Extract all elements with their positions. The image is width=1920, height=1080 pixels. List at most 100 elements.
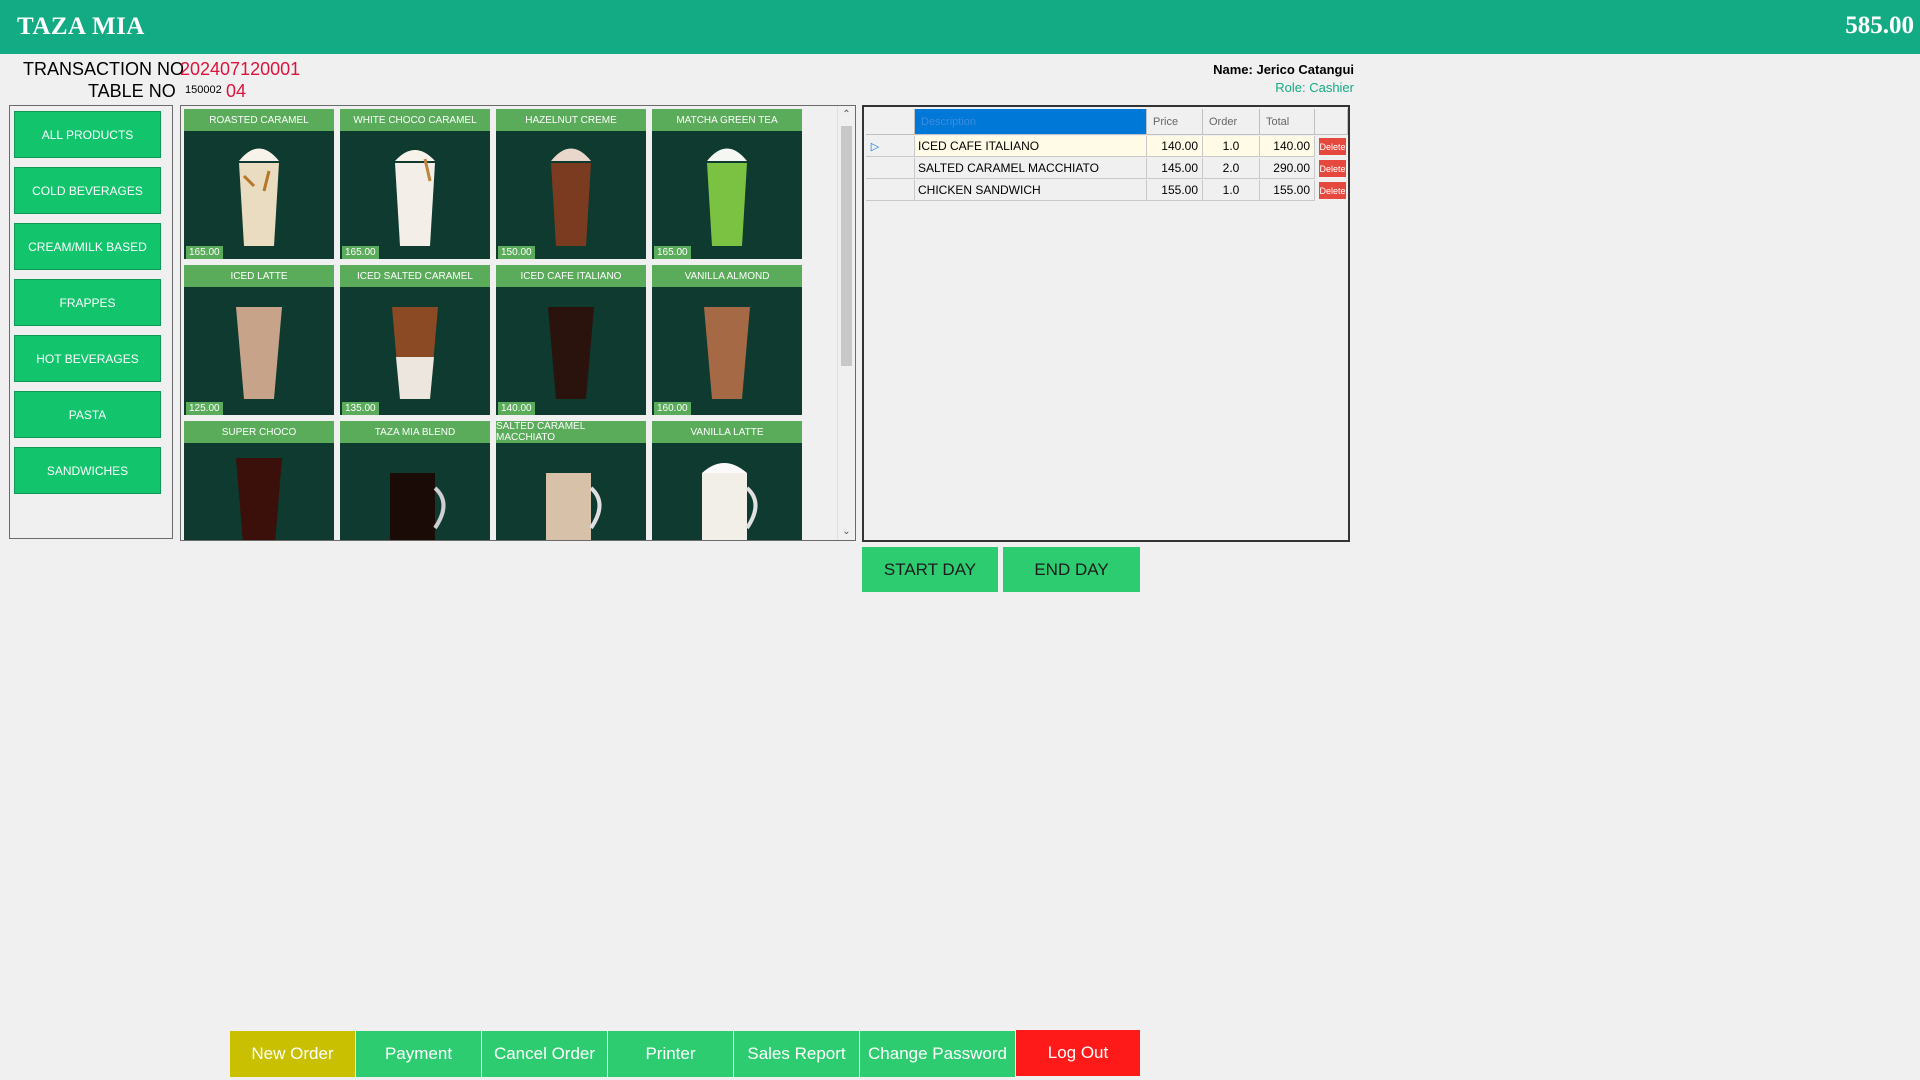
product-card[interactable]: SALTED CARAMEL MACCHIATO xyxy=(496,421,646,540)
product-name: TAZA MIA BLEND xyxy=(340,421,490,443)
product-card[interactable]: HAZELNUT CREME 150.00 xyxy=(496,109,646,259)
column-total[interactable]: Total xyxy=(1260,109,1315,135)
start-day-button[interactable]: START DAY xyxy=(862,547,998,592)
product-grid: ROASTED CARAMEL 165.00 WHITE CHOCO CARAM… xyxy=(180,105,856,541)
category-panel: ALL PRODUCTS COLD BEVERAGES CREAM/MILK B… xyxy=(9,105,173,539)
transaction-label: TRANSACTION NO xyxy=(23,59,185,79)
row-selector[interactable]: ▷ xyxy=(866,136,915,157)
product-card[interactable]: MATCHA GREEN TEA 165.00 xyxy=(652,109,802,259)
product-card[interactable]: ICED LATTE 125.00 xyxy=(184,265,334,415)
order-total[interactable]: 140.00 xyxy=(1260,136,1315,157)
product-card[interactable]: TAZA MIA BLEND xyxy=(340,421,490,540)
product-price: 135.00 xyxy=(342,402,379,415)
product-name: ROASTED CARAMEL xyxy=(184,109,334,131)
table-number-input[interactable]: 150002 xyxy=(183,84,224,96)
sales-report-button[interactable]: Sales Report xyxy=(734,1031,860,1077)
drink-image xyxy=(546,473,602,540)
drink-image xyxy=(707,148,747,246)
product-card[interactable]: SUPER CHOCO xyxy=(184,421,334,540)
drink-image xyxy=(702,463,758,540)
product-price: 160.00 xyxy=(654,402,691,415)
product-price: 165.00 xyxy=(186,246,223,259)
order-total[interactable]: 155.00 xyxy=(1260,180,1315,201)
drink-image xyxy=(551,148,591,246)
product-name: MATCHA GREEN TEA xyxy=(652,109,802,131)
order-quantity[interactable]: 1.0 xyxy=(1203,180,1260,201)
drink-image xyxy=(395,150,435,246)
cancel-order-button[interactable]: Cancel Order xyxy=(482,1031,608,1077)
payment-button[interactable]: Payment xyxy=(356,1031,482,1077)
product-name: ICED CAFE ITALIANO xyxy=(496,265,646,287)
app-title: TAZA MIA xyxy=(17,13,145,40)
end-day-button[interactable]: END DAY xyxy=(1003,547,1140,592)
printer-button[interactable]: Printer xyxy=(608,1031,734,1077)
category-cold-beverages-button[interactable]: COLD BEVERAGES xyxy=(14,167,161,214)
current-row-arrow-icon: ▷ xyxy=(870,140,880,153)
column-price[interactable]: Price xyxy=(1147,109,1203,135)
drink-image xyxy=(392,307,438,399)
product-name: VANILLA LATTE xyxy=(652,421,802,443)
product-price: 165.00 xyxy=(654,246,691,259)
category-frappes-button[interactable]: FRAPPES xyxy=(14,279,161,326)
scroll-down-icon[interactable]: ⌄ xyxy=(838,523,855,540)
product-name: ICED LATTE xyxy=(184,265,334,287)
column-order[interactable]: Order xyxy=(1203,109,1260,135)
grand-total: 585.00 xyxy=(1845,12,1914,39)
user-role: Role: Cashier xyxy=(1275,80,1354,95)
order-description[interactable]: ICED CAFE ITALIANO xyxy=(915,136,1147,157)
row-selector[interactable] xyxy=(866,158,915,179)
product-card[interactable]: VANILLA LATTE xyxy=(652,421,802,540)
table-number: 04 xyxy=(226,81,247,101)
scroll-thumb[interactable] xyxy=(841,126,852,366)
row-selector[interactable] xyxy=(866,180,915,201)
product-name: SUPER CHOCO xyxy=(184,421,334,443)
top-bar: TAZA MIA 585.00 xyxy=(0,0,1920,54)
category-pasta-button[interactable]: PASTA xyxy=(14,391,161,438)
product-card[interactable]: WHITE CHOCO CARAMEL 165.00 xyxy=(340,109,490,259)
product-name: VANILLA ALMOND xyxy=(652,265,802,287)
order-price[interactable]: 140.00 xyxy=(1147,136,1203,157)
product-card[interactable]: ICED CAFE ITALIANO 140.00 xyxy=(496,265,646,415)
product-name: ICED SALTED CARAMEL xyxy=(340,265,490,287)
delete-item-button[interactable]: Delete xyxy=(1319,160,1346,177)
drink-image xyxy=(236,307,282,399)
category-sandwiches-button[interactable]: SANDWICHES xyxy=(14,447,161,494)
order-price[interactable]: 155.00 xyxy=(1147,180,1203,201)
order-quantity[interactable]: 2.0 xyxy=(1203,158,1260,179)
order-grid: Description Price Order Total ▷ ICED CAF… xyxy=(862,105,1350,542)
product-scrollbar[interactable]: ⌃ ⌄ xyxy=(837,106,855,540)
drink-image xyxy=(236,458,282,540)
product-name: WHITE CHOCO CARAMEL xyxy=(340,109,490,131)
category-all-products-button[interactable]: ALL PRODUCTS xyxy=(14,111,161,158)
order-description[interactable]: CHICKEN SANDWICH xyxy=(915,180,1147,201)
new-order-button[interactable]: New Order xyxy=(230,1031,356,1077)
category-cream-milk-button[interactable]: CREAM/MILK BASED xyxy=(14,223,161,270)
product-name: SALTED CARAMEL MACCHIATO xyxy=(496,421,646,443)
change-password-button[interactable]: Change Password xyxy=(860,1031,1016,1077)
column-delete xyxy=(1315,109,1348,135)
drink-image xyxy=(548,307,594,399)
product-name: HAZELNUT CREME xyxy=(496,109,646,131)
row-header-column xyxy=(866,109,915,135)
product-card[interactable]: VANILLA ALMOND 160.00 xyxy=(652,265,802,415)
table-label: TABLE NO xyxy=(88,81,176,101)
order-total[interactable]: 290.00 xyxy=(1260,158,1315,179)
product-card[interactable]: ROASTED CARAMEL 165.00 xyxy=(184,109,334,259)
product-price: 125.00 xyxy=(186,402,223,415)
product-price: 140.00 xyxy=(498,402,535,415)
column-description[interactable]: Description xyxy=(915,109,1147,135)
drink-image xyxy=(390,473,446,540)
order-description[interactable]: SALTED CARAMEL MACCHIATO xyxy=(915,158,1147,179)
log-out-button[interactable]: Log Out xyxy=(1016,1030,1141,1076)
product-card[interactable]: ICED SALTED CARAMEL 135.00 xyxy=(340,265,490,415)
delete-item-button[interactable]: Delete xyxy=(1319,138,1346,155)
delete-item-button[interactable]: Delete xyxy=(1319,182,1346,199)
product-price: 150.00 xyxy=(498,246,535,259)
scroll-up-icon[interactable]: ⌃ xyxy=(838,106,855,123)
product-price: 165.00 xyxy=(342,246,379,259)
transaction-number: 202407120001 xyxy=(180,59,301,79)
order-price[interactable]: 145.00 xyxy=(1147,158,1203,179)
drink-image xyxy=(239,148,279,246)
order-quantity[interactable]: 1.0 xyxy=(1203,136,1260,157)
category-hot-beverages-button[interactable]: HOT BEVERAGES xyxy=(14,335,161,382)
